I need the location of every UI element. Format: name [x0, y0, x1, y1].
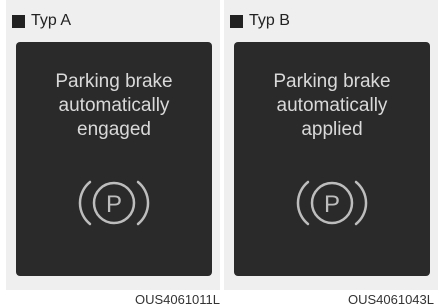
parking-brake-icon: P: [296, 180, 368, 226]
message-line-1: Parking brake: [55, 71, 173, 92]
panel-title: Typ A: [31, 12, 72, 29]
screen-message: Parking brake automatically applied: [234, 70, 430, 142]
message-line-2: automatically: [58, 95, 170, 116]
panel-typ-b: Typ B Parking brake automatically applie…: [224, 0, 438, 290]
panel-title: Typ B: [249, 12, 290, 29]
message-line-3: engaged: [77, 119, 151, 140]
message-line-1: Parking brake: [273, 71, 391, 92]
image-code-b: OUS4061043L: [347, 292, 434, 307]
message-line-3: applied: [301, 119, 363, 140]
image-code-a: OUS4061011L: [134, 292, 220, 307]
display-screen: Parking brake automatically applied P: [234, 42, 430, 276]
screen-message: Parking brake automatically engaged: [16, 70, 212, 142]
square-bullet-icon: [12, 14, 25, 28]
panel-label: Typ B: [230, 12, 290, 30]
svg-text:P: P: [324, 191, 340, 218]
panel-label: Typ A: [12, 12, 71, 30]
message-line-2: automatically: [276, 95, 388, 116]
panel-typ-a: Typ A Parking brake automatically engage…: [6, 0, 220, 290]
display-screen: Parking brake automatically engaged P: [16, 42, 212, 276]
square-bullet-icon: [230, 14, 243, 28]
parking-brake-icon: P: [78, 180, 150, 226]
svg-text:P: P: [106, 191, 122, 218]
